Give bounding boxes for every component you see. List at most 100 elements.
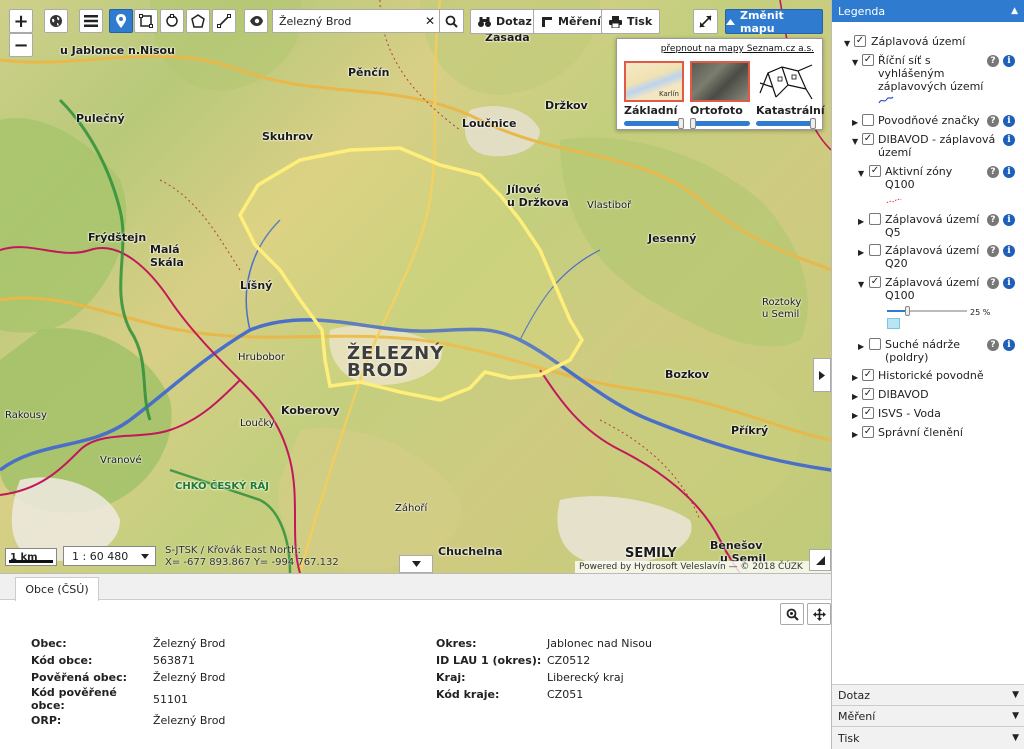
basemap-katastralni-thumb[interactable]	[756, 61, 816, 102]
help-icon[interactable]: ?	[987, 55, 999, 67]
basemap-ortofoto[interactable]: Ortofoto	[690, 61, 750, 129]
expand-caret-icon[interactable]: ▼	[852, 56, 861, 69]
pan-to-feature-button[interactable]	[807, 603, 831, 625]
accordion-mereni[interactable]: Měření ▼	[832, 705, 1024, 726]
clear-search-icon[interactable]: ✕	[421, 14, 439, 28]
layer-checkbox-spravni-cleneni[interactable]: ✓	[862, 426, 874, 438]
slider-knob[interactable]	[810, 118, 816, 129]
zoom-in-button[interactable]: +	[9, 9, 33, 33]
basemap-ortofoto-opacity-slider[interactable]	[690, 118, 750, 129]
layer-checkbox-povodnove-znacky[interactable]	[862, 114, 874, 126]
toggle-bottom-panel-button[interactable]	[399, 555, 433, 573]
expand-caret-icon[interactable]: ▶	[852, 116, 861, 129]
map-label-jesenny: Jesenný	[648, 232, 697, 245]
layer-checkbox-q5[interactable]	[869, 213, 881, 225]
search-input[interactable]	[273, 10, 421, 32]
layer-checkbox-isvs-voda[interactable]: ✓	[862, 407, 874, 419]
expand-caret-icon[interactable]: ▼	[858, 167, 867, 180]
layer-checkbox-q20[interactable]	[869, 244, 881, 256]
dotaz-button[interactable]: Dotaz	[470, 9, 540, 34]
layer-checkbox-suche-nadrze[interactable]	[869, 338, 881, 350]
draw-circle-button[interactable]	[160, 9, 184, 33]
basemap-zakladni-thumb[interactable]: Karlín	[624, 61, 684, 102]
layer-opacity-slider[interactable]	[887, 306, 967, 316]
map-label-loucnice: Loučnice	[462, 117, 517, 130]
expand-caret-icon[interactable]: ▶	[852, 409, 861, 422]
expand-caret-icon[interactable]: ▶	[858, 340, 867, 353]
fullscreen-button[interactable]	[693, 9, 718, 34]
info-icon[interactable]: i	[1003, 55, 1015, 67]
expand-caret-icon[interactable]: ▶	[858, 215, 867, 228]
expand-caret-icon[interactable]: ▼	[852, 135, 861, 148]
seznam-link[interactable]: přepnout na mapy Seznam.cz a.s.	[661, 44, 814, 54]
legend-header[interactable]: Legenda ▲	[832, 0, 1024, 22]
help-icon[interactable]: ?	[987, 339, 999, 351]
help-icon[interactable]: ?	[987, 115, 999, 127]
basemap-zakladni-opacity-slider[interactable]	[624, 118, 684, 129]
map-label-mala-skala-2: Skála	[150, 256, 184, 269]
zoom-out-button[interactable]: −	[9, 33, 33, 57]
basemap-zakladni[interactable]: Karlín Základní	[624, 61, 684, 129]
draw-point-button[interactable]	[109, 9, 133, 33]
info-icon[interactable]: i	[1003, 339, 1015, 351]
map-view[interactable]: u Jablonce n.Nisou Zásada Pěnčín Držkov …	[0, 0, 831, 573]
map-attribution[interactable]: Powered by Hydrosoft Veleslavín — © 2018…	[575, 561, 831, 573]
map-corner-toggle-button[interactable]	[809, 549, 831, 571]
slider-knob[interactable]	[905, 306, 910, 316]
layer-checkbox-historicke-povodne[interactable]: ✓	[862, 369, 874, 381]
search-icon	[445, 15, 458, 28]
expand-caret-icon[interactable]: ▶	[852, 428, 861, 441]
layer-checkbox-q100[interactable]: ✓	[869, 276, 881, 288]
mereni-button[interactable]: Měření	[533, 9, 609, 34]
layer-label-spravni-cleneni: Správní členění	[878, 426, 963, 439]
expand-caret-icon[interactable]: ▼	[844, 37, 853, 50]
layer-label-suche-nadrze: Suché nádrže (poldry)	[885, 338, 960, 364]
layer-visibility-button[interactable]	[244, 9, 268, 33]
scale-bar: 1 km	[5, 548, 57, 566]
expand-caret-icon[interactable]: ▶	[852, 390, 861, 403]
help-icon[interactable]: ?	[987, 166, 999, 178]
layer-checkbox-aktivni-zony[interactable]: ✓	[869, 165, 881, 177]
info-icon[interactable]: i	[1003, 277, 1015, 289]
info-icon[interactable]: i	[1003, 245, 1015, 257]
draw-line-button[interactable]	[212, 9, 236, 33]
help-icon[interactable]: ?	[987, 214, 999, 226]
scale-select[interactable]: 1 : 60 480	[63, 546, 156, 566]
tisk-button[interactable]: Tisk	[601, 9, 661, 34]
basemap-ortofoto-thumb[interactable]	[690, 61, 750, 102]
flood-area-swatch	[887, 318, 900, 329]
tab-obce[interactable]: Obce (ČSÚ)	[15, 577, 99, 601]
layer-checkbox-ricni-sit[interactable]: ✓	[862, 54, 874, 66]
menu-button[interactable]	[79, 9, 103, 33]
info-key: Kód kraje:	[436, 688, 500, 701]
expand-caret-icon[interactable]: ▶	[858, 246, 867, 259]
help-icon[interactable]: ?	[987, 277, 999, 289]
globe-button[interactable]	[44, 9, 68, 33]
zoom-to-feature-button[interactable]	[780, 603, 804, 625]
accordion-tisk[interactable]: Tisk ▼	[832, 726, 1024, 749]
draw-polygon-button[interactable]	[186, 9, 210, 33]
help-icon[interactable]: ?	[987, 245, 999, 257]
toggle-sidebar-button[interactable]	[813, 358, 831, 392]
draw-rectangle-button[interactable]	[134, 9, 158, 33]
search-button[interactable]	[439, 10, 463, 32]
info-icon[interactable]: i	[1003, 134, 1015, 146]
layer-checkbox-dibavod[interactable]: ✓	[862, 388, 874, 400]
change-map-button[interactable]: Změnit mapu	[725, 9, 823, 35]
map-label-frydstejn: Frýdštejn	[88, 231, 147, 244]
slider-knob[interactable]	[678, 118, 684, 129]
info-icon[interactable]: i	[1003, 115, 1015, 127]
info-value: Železný Brod	[153, 637, 226, 650]
expand-caret-icon[interactable]: ▶	[852, 371, 861, 384]
accordion-dotaz[interactable]: Dotaz ▼	[832, 684, 1024, 705]
layer-checkbox-zaplavova-uzemi[interactable]: ✓	[854, 35, 866, 47]
info-row: Kód pověřené obce: 51101	[31, 686, 353, 712]
info-icon[interactable]: i	[1003, 214, 1015, 226]
basemap-katastralni[interactable]: Katastrální	[756, 61, 825, 129]
basemap-katastralni-opacity-slider[interactable]	[756, 118, 816, 129]
layer-checkbox-dibavod-zaplavova[interactable]: ✓	[862, 133, 874, 145]
expand-caret-icon[interactable]: ▼	[858, 278, 867, 291]
slider-knob[interactable]	[690, 118, 696, 129]
rectangle-icon	[139, 14, 153, 28]
info-icon[interactable]: i	[1003, 166, 1015, 178]
